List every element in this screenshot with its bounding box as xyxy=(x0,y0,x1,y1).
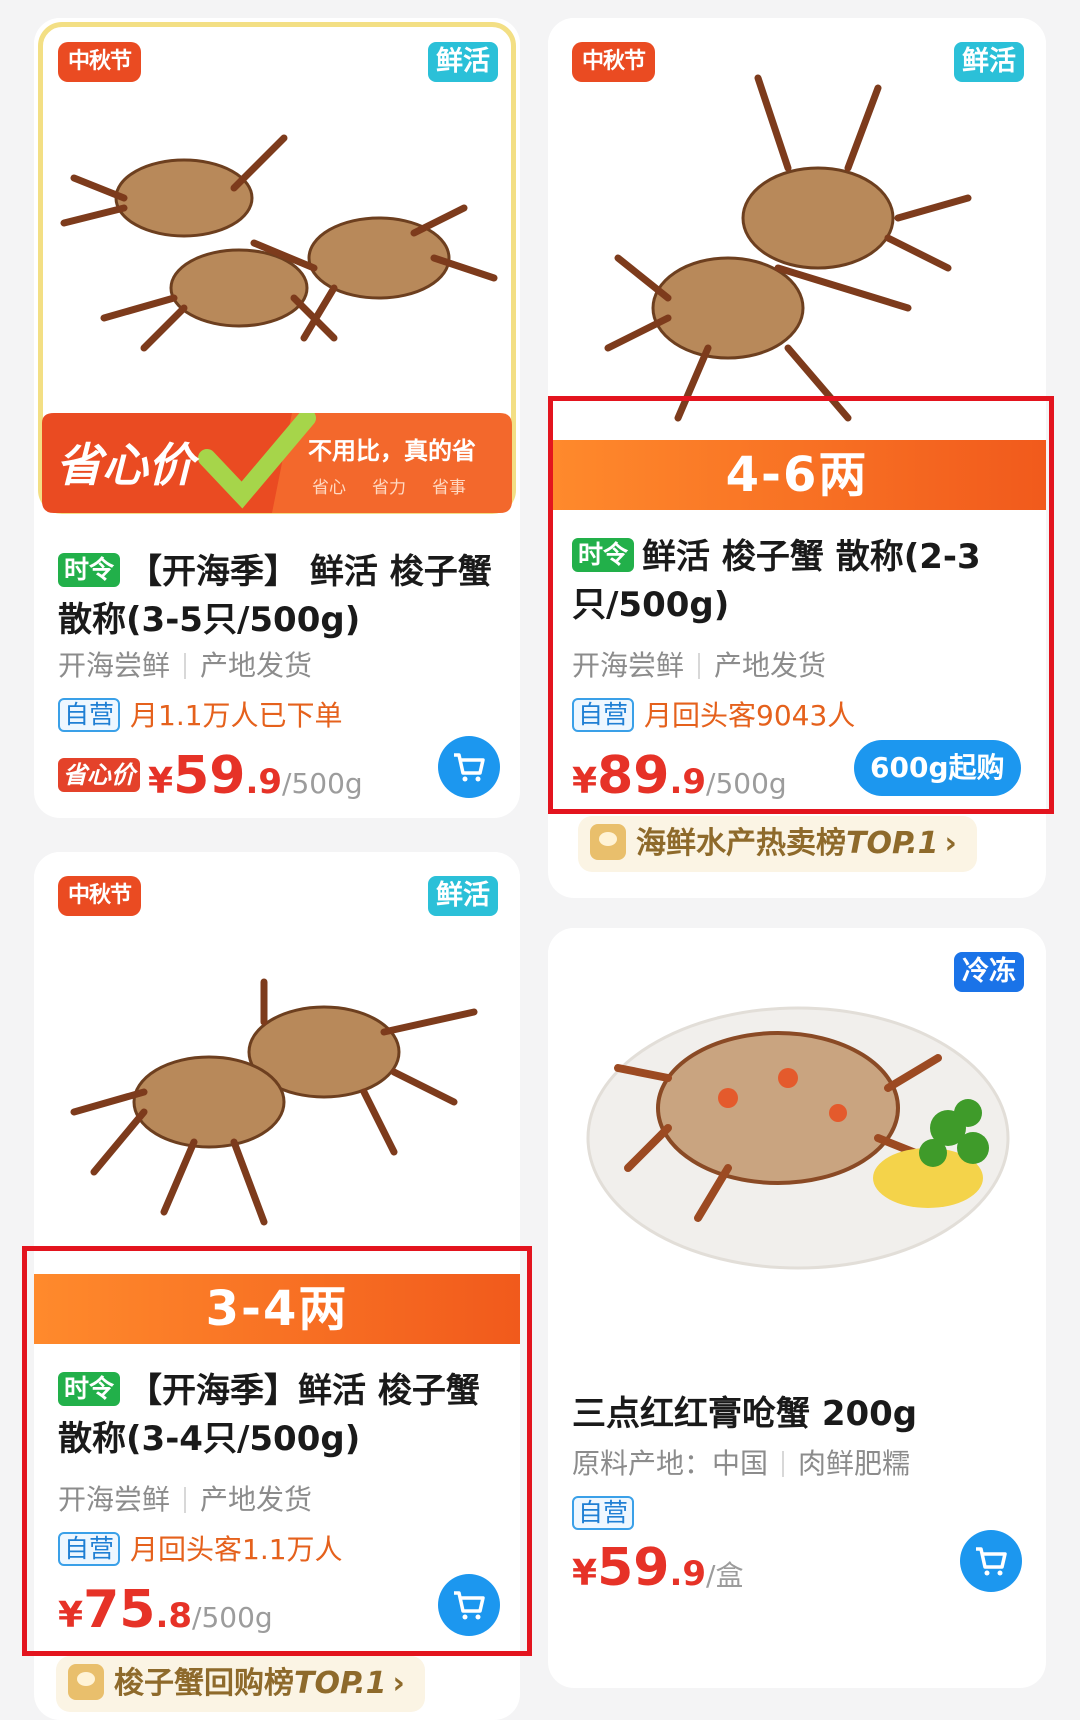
meta-1: 开海尝鲜 xyxy=(58,1483,171,1516)
product-title-text: 【开海季】鲜活 梭子蟹 散称(3-4只/500g) xyxy=(58,1371,480,1459)
product-card-1[interactable]: 中秋节 鲜活 省心价 不用比，真的省 省心 省力 省事 时令 【开海季】 鲜活 梭… xyxy=(34,18,520,818)
add-to-cart-button[interactable] xyxy=(438,736,500,798)
product-image[interactable]: 中秋节 鲜活 xyxy=(548,18,1046,438)
product-card-2[interactable]: 中秋节 鲜活 4-6两 时令 鲜活 梭子蟹 散称(2-3只/500g) 开海尝鲜产… xyxy=(548,18,1046,898)
chevron-right-icon: › xyxy=(944,826,957,861)
season-tag: 时令 xyxy=(572,538,635,572)
save-banner-title: 省心价 xyxy=(56,438,194,492)
hot-rank-badge[interactable]: 海鲜水产热卖榜TOP.1 › xyxy=(578,816,977,872)
frozen-tag: 冷冻 xyxy=(954,952,1024,992)
self-operated-tag: 自营 xyxy=(58,1532,121,1566)
price-decimal: .9 xyxy=(245,762,283,802)
weight-band: 3-4两 xyxy=(34,1274,520,1344)
price-currency: ¥ xyxy=(148,761,174,802)
fresh-tag: 鲜活 xyxy=(428,42,498,82)
chevron-right-icon: › xyxy=(392,1666,405,1701)
price-integer: 75 xyxy=(83,1580,156,1640)
product-card-4[interactable]: 冷冻 三点红红膏呛蟹 200g 原料产地：中国 肉鲜肥糯 自营 ¥59.9/盒 xyxy=(548,928,1046,1688)
returning-row: 自营 月回头客1.1万人 xyxy=(58,1532,343,1568)
save-price-tag: 省心价 xyxy=(58,758,140,792)
product-title[interactable]: 时令 【开海季】鲜活 梭子蟹 散称(3-4只/500g) xyxy=(58,1367,496,1463)
weight-band: 4-6两 xyxy=(548,440,1046,510)
product-meta: 开海尝鲜 产地发货 xyxy=(58,1482,312,1518)
product-meta: 开海尝鲜 产地发货 xyxy=(572,648,826,684)
mid-autumn-tag: 中秋节 xyxy=(58,876,142,916)
medal-icon xyxy=(590,824,626,860)
price: 省心价 ¥59.9/500g xyxy=(58,746,363,806)
rank-top: TOP.1 xyxy=(846,826,939,861)
save-banner-point-1: 省心 xyxy=(312,478,346,498)
meta-1: 开海尝鲜 xyxy=(58,649,171,682)
meta-1: 原料产地：中国 xyxy=(572,1447,769,1480)
meta-2: 产地发货 xyxy=(200,1483,313,1516)
rank-text: 海鲜水产热卖榜 xyxy=(636,826,846,861)
product-image[interactable]: 冷冻 xyxy=(548,928,1046,1378)
product-meta: 开海尝鲜 产地发货 xyxy=(58,648,312,684)
price-decimal: .8 xyxy=(155,1596,193,1636)
rank-top: TOP.1 xyxy=(294,1666,387,1701)
price-integer: 89 xyxy=(597,746,670,806)
meta-1: 开海尝鲜 xyxy=(572,649,685,682)
self-operated-tag: 自营 xyxy=(572,698,635,732)
sales-stat: 月1.1万人已下单 xyxy=(130,699,343,732)
price-currency: ¥ xyxy=(58,1595,84,1636)
product-title-text: 三点红红膏呛蟹 200g xyxy=(572,1394,918,1434)
season-tag: 时令 xyxy=(58,553,121,587)
product-card-3[interactable]: 中秋节 鲜活 3-4两 时令 【开海季】鲜活 梭子蟹 散称(3-4只/500g) … xyxy=(34,852,520,1720)
product-title[interactable]: 时令 【开海季】 鲜活 梭子蟹 散称(3-5只/500g) xyxy=(58,548,496,644)
fresh-tag: 鲜活 xyxy=(428,876,498,916)
price-integer: 59 xyxy=(173,746,246,806)
returning-stat: 月回头客1.1万人 xyxy=(130,1533,343,1566)
save-banner-slogan: 不用比，真的省 xyxy=(308,437,476,465)
save-banner-point-2: 省力 xyxy=(372,478,406,498)
product-meta: 原料产地：中国 肉鲜肥糯 xyxy=(572,1446,910,1482)
product-title-text: 【开海季】 鲜活 梭子蟹 散称(3-5只/500g) xyxy=(58,552,492,640)
rank-text: 梭子蟹回购榜 xyxy=(114,1666,294,1701)
product-title[interactable]: 时令 鲜活 梭子蟹 散称(2-3只/500g) xyxy=(572,533,1022,629)
returning-stat: 月回头客9043人 xyxy=(644,699,856,732)
season-tag: 时令 xyxy=(58,1372,121,1406)
meta-2: 产地发货 xyxy=(200,649,313,682)
price-decimal: .9 xyxy=(669,762,707,802)
save-banner-point-3: 省事 xyxy=(432,478,466,498)
price-unit: /盒 xyxy=(706,1559,744,1592)
price-integer: 59 xyxy=(597,1538,670,1598)
meta-2: 肉鲜肥糯 xyxy=(798,1447,911,1480)
price-currency: ¥ xyxy=(572,1553,598,1594)
crab-on-plate-image xyxy=(586,1006,1010,1270)
mid-autumn-tag: 中秋节 xyxy=(58,42,142,82)
price-unit: /500g xyxy=(192,1601,273,1634)
price-unit: /500g xyxy=(282,767,363,800)
product-image[interactable]: 中秋节 鲜活 省心价 不用比，真的省 省心 省力 省事 xyxy=(34,18,520,518)
cart-icon xyxy=(454,1591,485,1620)
price-unit: /500g xyxy=(706,767,787,800)
mid-autumn-tag: 中秋节 xyxy=(572,42,656,82)
sales-row: 自营 月1.1万人已下单 xyxy=(58,698,343,734)
price: ¥75.8/500g xyxy=(58,1580,273,1640)
self-operated-tag: 自营 xyxy=(572,1496,635,1530)
self-row: 自营 xyxy=(572,1496,644,1532)
price: ¥89.9/500g xyxy=(572,746,787,806)
add-to-cart-button[interactable] xyxy=(438,1574,500,1636)
medal-icon xyxy=(68,1664,104,1700)
product-image[interactable]: 中秋节 鲜活 xyxy=(34,852,520,1272)
product-title[interactable]: 三点红红膏呛蟹 200g xyxy=(572,1390,1022,1438)
self-operated-tag: 自营 xyxy=(58,698,121,732)
fresh-tag: 鲜活 xyxy=(954,42,1024,82)
meta-2: 产地发货 xyxy=(714,649,827,682)
cart-icon xyxy=(976,1547,1007,1576)
min-buy-button[interactable]: 600g起购 xyxy=(854,740,1021,796)
price: ¥59.9/盒 xyxy=(572,1538,743,1598)
price-currency: ¥ xyxy=(572,761,598,802)
returning-row: 自营 月回头客9043人 xyxy=(572,698,855,734)
cart-icon xyxy=(454,753,485,782)
save-banner: 省心价 不用比，真的省 省心 省力 省事 xyxy=(42,413,512,513)
add-to-cart-button[interactable] xyxy=(960,1530,1022,1592)
repurchase-rank-badge[interactable]: 梭子蟹回购榜TOP.1 › xyxy=(56,1656,425,1712)
price-decimal: .9 xyxy=(669,1554,707,1594)
